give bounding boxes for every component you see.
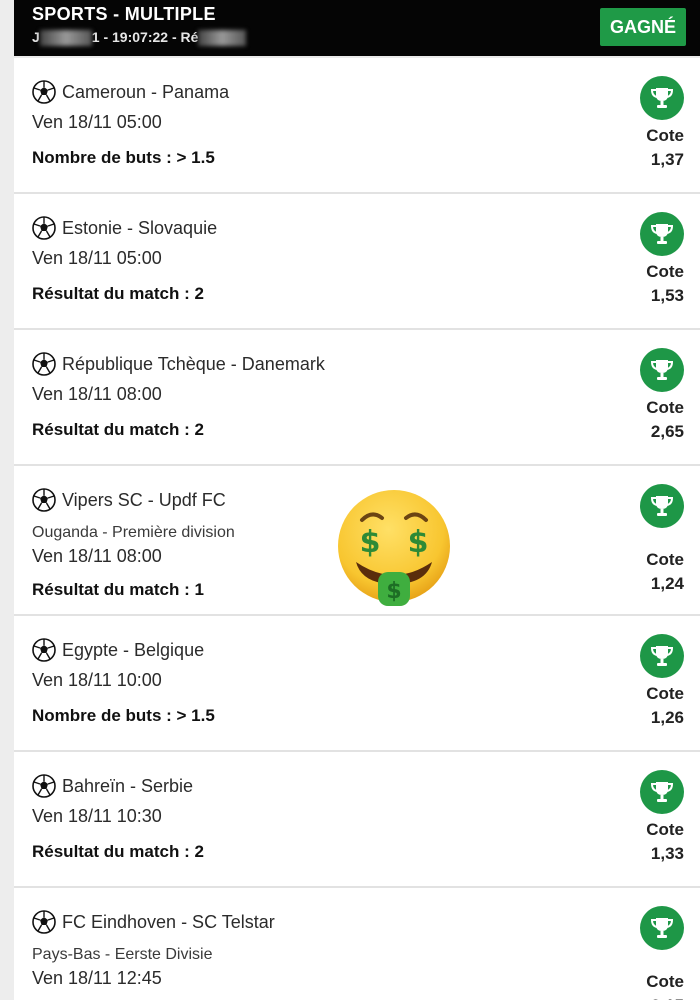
- match-row: Cameroun - Panama: [32, 80, 229, 104]
- trophy-glyph: [650, 646, 674, 666]
- trophy-icon: [640, 770, 684, 814]
- bet-meta-line: J 1 - 19:07:22 - Ré: [32, 29, 247, 47]
- trophy-icon: [640, 484, 684, 528]
- bet-type-title: SPORTS - MULTIPLE: [32, 4, 216, 24]
- bet-header: SPORTS - MULTIPLE J 1 - 19:07:22 - Ré GAG…: [14, 0, 700, 56]
- match-name: FC Eindhoven - SC Telstar: [62, 911, 275, 932]
- bet-slip-screen: SPORTS - MULTIPLE J 1 - 19:07:22 - Ré GAG…: [0, 0, 700, 1000]
- bet-selection: Résultat du match : 2: [32, 420, 204, 439]
- bet-meta-text: 1 - 19:07:22 - Ré: [91, 29, 199, 45]
- bet-card[interactable]: Cameroun - Panama Ven 18/11 05:00 Nombre…: [14, 58, 700, 194]
- match-name: Estonie - Slovaquie: [62, 217, 218, 238]
- soccer-ball-icon: [32, 774, 56, 798]
- soccer-ball-icon: [32, 216, 56, 240]
- odds-value: 2,65: [650, 422, 684, 441]
- odds-label: Cote: [646, 972, 684, 991]
- trophy-glyph: [650, 360, 674, 380]
- soccer-ball-icon: [32, 910, 56, 934]
- league-name: Ouganda - Première division: [32, 524, 235, 541]
- odds-value: 2,15: [624, 996, 684, 1000]
- league-name: Pays-Bas - Eerste Divisie: [32, 946, 213, 963]
- match-row: Vipers SC - Updf FC: [32, 488, 226, 512]
- bet-selection: Résultat du match : 2: [32, 284, 204, 303]
- match-date: Ven 18/11 10:30: [32, 806, 162, 826]
- odds-value: 1,33: [650, 844, 684, 863]
- odds-label: Cote: [646, 262, 684, 281]
- match-row: Egypte - Belgique: [32, 638, 204, 662]
- match-row: Estonie - Slovaquie: [32, 216, 217, 240]
- trophy-glyph: [650, 496, 674, 516]
- bet-card[interactable]: République Tchèque - Danemark Ven 18/11 …: [14, 330, 700, 466]
- match-date: Ven 18/11 12:45: [32, 968, 162, 988]
- match-name: Vipers SC - Updf FC: [62, 489, 226, 510]
- bet-card[interactable]: Estonie - Slovaquie Ven 18/11 05:00 Résu…: [14, 194, 700, 330]
- trophy-icon: [640, 906, 684, 950]
- bet-selection: Nombre de buts : > 1.5: [32, 148, 215, 167]
- soccer-ball-icon: [32, 80, 56, 104]
- bet-card[interactable]: Egypte - Belgique Ven 18/11 10:00 Nombre…: [14, 616, 700, 752]
- redacted-area: [198, 30, 247, 47]
- soccer-ball-icon: [32, 488, 56, 512]
- trophy-glyph: [650, 782, 674, 802]
- match-name: Cameroun - Panama: [62, 81, 230, 102]
- trophy-icon: [640, 76, 684, 120]
- soccer-ball-icon: [32, 352, 56, 376]
- odds-label: Cote: [646, 126, 684, 145]
- bet-selection: Résultat du match : 2: [32, 842, 204, 861]
- bet-selection: Résultat du match : 1: [32, 580, 204, 599]
- trophy-icon: [640, 634, 684, 678]
- match-date: Ven 18/11 05:00: [32, 248, 162, 268]
- odds-value: 1,53: [650, 286, 684, 305]
- match-row: FC Eindhoven - SC Telstar: [32, 910, 275, 934]
- odds-label: Cote: [646, 684, 684, 703]
- trophy-glyph: [650, 88, 674, 108]
- bet-card[interactable]: Bahreïn - Serbie Ven 18/11 10:30 Résulta…: [14, 752, 700, 888]
- match-name: République Tchèque - Danemark: [62, 353, 325, 374]
- odds-value: 1,24: [650, 574, 684, 593]
- trophy-glyph: [650, 224, 674, 244]
- match-row: République Tchèque - Danemark: [32, 352, 325, 376]
- money-mouth-face-emoji: $ $ $: [338, 490, 450, 606]
- svg-text:$: $: [360, 525, 381, 560]
- soccer-ball-icon: [32, 638, 56, 662]
- match-row: Bahreïn - Serbie: [32, 774, 193, 798]
- bet-selection: Nombre de buts : > 1.5: [32, 706, 215, 725]
- trophy-icon: [640, 212, 684, 256]
- odds-label: Cote: [646, 550, 684, 569]
- redacted-area: [39, 30, 92, 47]
- status-badge: GAGNÉ: [600, 8, 686, 46]
- trophy-icon: [640, 348, 684, 392]
- odds-value: 1,37: [650, 150, 684, 169]
- match-date: Ven 18/11 08:00: [32, 546, 162, 566]
- left-edge: [0, 0, 14, 1000]
- svg-text:$: $: [408, 525, 429, 560]
- match-name: Bahreïn - Serbie: [62, 775, 194, 796]
- trophy-glyph: [650, 918, 674, 938]
- odds-label: Cote: [646, 398, 684, 417]
- svg-text:$: $: [386, 579, 401, 604]
- match-date: Ven 18/11 08:00: [32, 384, 162, 404]
- match-name: Egypte - Belgique: [62, 639, 205, 660]
- bet-card[interactable]: FC Eindhoven - SC Telstar Pays-Bas - Eer…: [14, 888, 700, 1000]
- match-date: Ven 18/11 10:00: [32, 670, 162, 690]
- odds-value: 1,26: [650, 708, 684, 727]
- match-date: Ven 18/11 05:00: [32, 112, 162, 132]
- odds-label: Cote: [646, 820, 684, 839]
- bet-meta-prefix: J: [32, 29, 40, 45]
